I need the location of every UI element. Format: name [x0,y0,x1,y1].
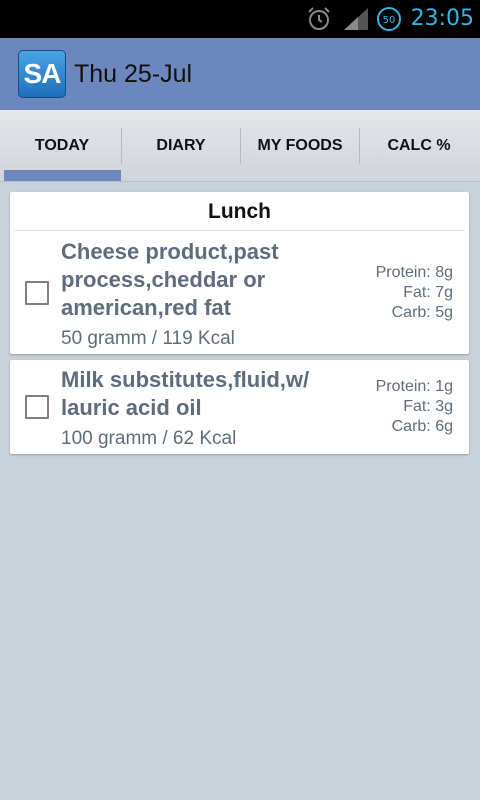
food-item-protein: Protein: 1g [375,378,453,395]
meal-section-title: Lunch [208,200,271,223]
section-divider [14,230,465,231]
food-item-checkbox[interactable] [25,395,49,419]
battery-level: 50 [383,15,396,26]
food-item-fat: Fat: 7g [403,284,453,301]
status-bar: 50 23:05 [0,0,480,38]
food-item-fat: Fat: 3g [403,398,453,415]
food-item-name-line: Milk substitutes,fluid,w/ [61,367,310,392]
signal-icon [344,8,368,30]
food-item-carb: Carb: 6g [391,418,453,435]
app-logo[interactable]: SA [18,50,66,98]
meal-card: Lunch Cheese product,past process,chedda… [10,192,469,354]
tab-diary[interactable]: DIARY [121,110,241,182]
selected-tab-indicator [4,170,121,181]
food-item-name-line: american,red fat [61,295,231,320]
meal-card: Milk substitutes,fluid,w/ lauric acid oi… [10,360,469,454]
alarm-icon [308,7,330,30]
food-item-name-line: Cheese product,past [61,239,279,264]
tab-calc-percent[interactable]: CALC % [359,110,479,182]
food-item-checkbox[interactable] [25,281,49,305]
status-clock: 23:05 [410,6,474,31]
food-item-name-line: process,cheddar or [61,267,266,292]
tab-my-foods[interactable]: MY FOODS [240,110,360,182]
food-item-amount: 100 gramm / 62 Kcal [61,428,237,449]
food-item-amount: 50 gramm / 119 Kcal [61,328,235,349]
food-item-carb: Carb: 5g [391,304,453,321]
page-title: Thu 25-Jul [74,60,193,88]
food-item-protein: Protein: 8g [375,264,453,281]
food-item-name-line: lauric acid oil [61,395,202,420]
battery-icon: 50 [377,7,401,31]
action-bar: SA Thu 25-Jul [0,38,480,110]
